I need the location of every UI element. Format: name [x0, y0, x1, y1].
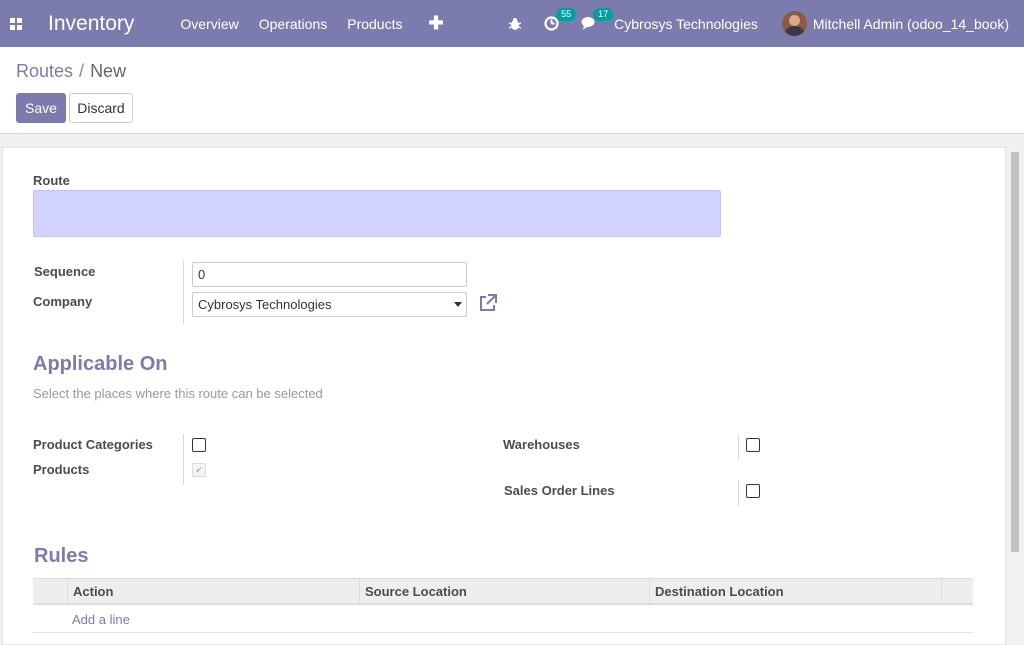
- top-navbar: Inventory Overview Operations Products ✚…: [0, 0, 1024, 47]
- rules-table-header: Action Source Location Destination Locat…: [33, 578, 973, 605]
- vertical-scrollbar[interactable]: [1008, 147, 1022, 645]
- field-separator: [183, 261, 184, 324]
- breadcrumb-routes-link[interactable]: Routes: [16, 61, 73, 81]
- sequence-label: Sequence: [34, 264, 96, 279]
- breadcrumb-separator: /: [79, 61, 85, 81]
- breadcrumb: Routes / New: [16, 61, 126, 82]
- activity-clock-icon[interactable]: 55: [544, 8, 577, 31]
- activity-count-badge: 55: [556, 8, 577, 21]
- navbar-systray: 55 17 Cybrosys Technologies Mitchell Adm…: [508, 0, 1009, 47]
- chevron-down-icon: [454, 302, 462, 307]
- route-label: Route: [33, 173, 70, 188]
- column-actions-spacer: [941, 579, 973, 604]
- sequence-input[interactable]: 0: [192, 262, 467, 287]
- route-name-input[interactable]: [33, 190, 721, 237]
- user-avatar[interactable]: [781, 11, 807, 36]
- column-action[interactable]: Action: [67, 579, 360, 604]
- field-separator: [738, 480, 739, 506]
- applicable-on-subtitle: Select the places where this route can b…: [33, 386, 323, 401]
- company-select-value: Cybrosys Technologies: [198, 297, 332, 312]
- breadcrumb-current: New: [90, 61, 127, 81]
- external-link-icon[interactable]: [478, 294, 498, 315]
- product-categories-checkbox[interactable]: [192, 438, 206, 452]
- scrollbar-thumb[interactable]: [1011, 152, 1019, 552]
- products-label: Products: [33, 462, 90, 477]
- app-title[interactable]: Inventory: [48, 12, 134, 36]
- menu-operations[interactable]: Operations: [259, 16, 327, 32]
- sales-order-lines-checkbox[interactable]: [746, 484, 760, 498]
- save-button[interactable]: Save: [16, 93, 66, 123]
- rules-add-line-row: Add a line: [33, 606, 973, 633]
- warehouses-checkbox[interactable]: [746, 438, 760, 452]
- field-separator: [738, 434, 739, 460]
- company-select[interactable]: Cybrosys Technologies: [192, 292, 467, 317]
- message-count-badge: 17: [593, 8, 614, 21]
- menu-products[interactable]: Products: [347, 16, 402, 32]
- plus-icon[interactable]: ✚: [428, 13, 443, 34]
- products-checkbox[interactable]: ✔: [192, 463, 206, 477]
- bug-icon[interactable]: [508, 17, 522, 31]
- rules-title: Rules: [34, 545, 89, 567]
- user-menu[interactable]: Mitchell Admin (odoo_14_book): [813, 16, 1009, 32]
- product-categories-label: Product Categories: [33, 437, 153, 452]
- chat-icon[interactable]: 17: [581, 8, 614, 31]
- column-destination-location[interactable]: Destination Location: [649, 579, 942, 604]
- applicable-on-title: Applicable On: [33, 353, 168, 375]
- company-switcher[interactable]: Cybrosys Technologies: [614, 16, 758, 32]
- discard-button[interactable]: Discard: [69, 93, 133, 123]
- column-source-location[interactable]: Source Location: [359, 579, 650, 604]
- menu-overview[interactable]: Overview: [180, 16, 238, 32]
- warehouses-label: Warehouses: [503, 437, 580, 452]
- company-label: Company: [33, 294, 93, 309]
- add-line-link[interactable]: Add a line: [72, 612, 130, 627]
- sales-order-lines-label: Sales Order Lines: [504, 483, 615, 498]
- apps-grid-icon[interactable]: [0, 0, 32, 47]
- field-separator: [183, 434, 184, 485]
